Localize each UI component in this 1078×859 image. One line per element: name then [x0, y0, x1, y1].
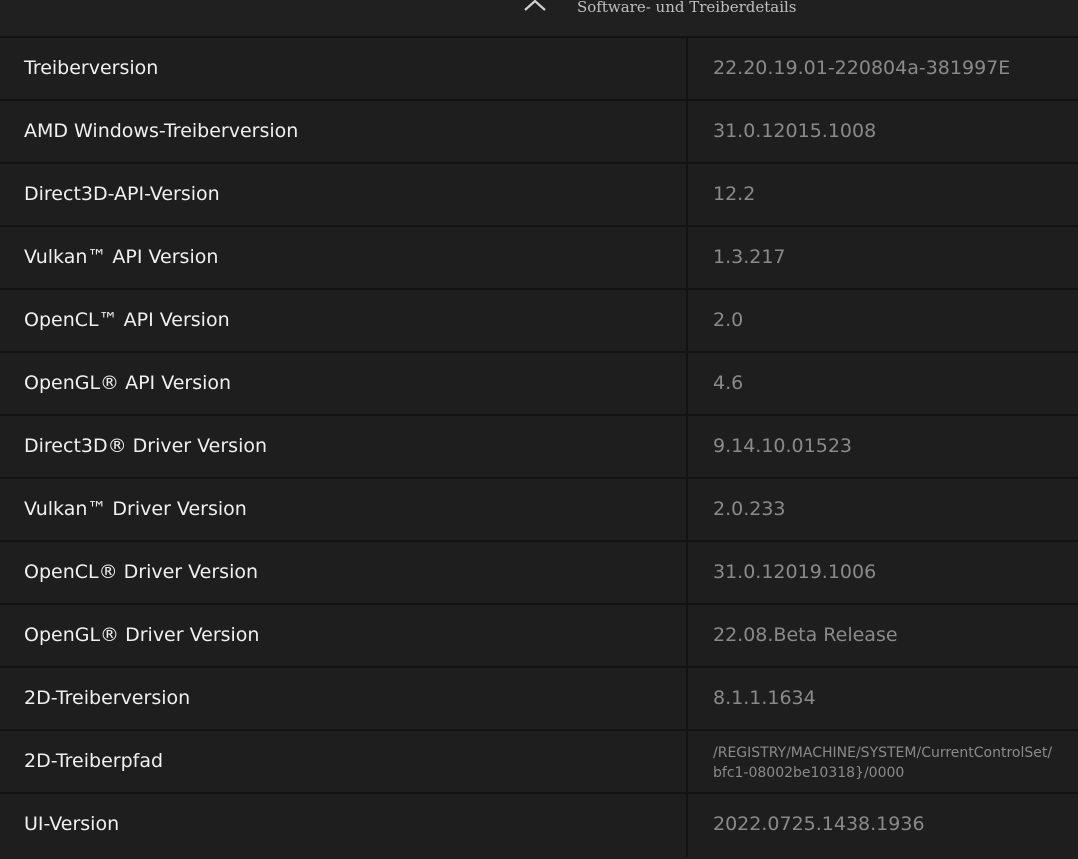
- row-label: 2D-Treiberversion: [24, 687, 191, 709]
- column-divider: [686, 794, 688, 857]
- row-label: OpenCL™ API Version: [24, 309, 230, 331]
- column-divider: [686, 353, 688, 416]
- row-value: 8.1.1.1634: [713, 687, 816, 709]
- chevron-up-icon: [524, 0, 546, 11]
- row-label: AMD Windows-Treiberversion: [24, 120, 299, 142]
- row-value-path: /REGISTRY/MACHINE/SYSTEM/CurrentControlS…: [713, 731, 1078, 792]
- column-divider: [686, 542, 688, 605]
- row-value: 12.2: [713, 183, 756, 205]
- column-divider: [686, 668, 688, 731]
- column-divider: [686, 479, 688, 542]
- path-line-2: bfc1-08002be10318}/0000: [713, 765, 905, 781]
- column-divider: [686, 731, 688, 794]
- row-label: Treiberversion: [24, 57, 159, 79]
- column-divider: [686, 227, 688, 290]
- row-value: 22.08.Beta Release: [713, 624, 898, 646]
- row-value: 31.0.12019.1006: [713, 561, 877, 583]
- table-row: OpenCL™ API Version 2.0: [0, 290, 1078, 353]
- table-row: Vulkan™ API Version 1.3.217: [0, 227, 1078, 290]
- table-row: Vulkan™ Driver Version 2.0.233: [0, 479, 1078, 542]
- column-divider: [686, 605, 688, 668]
- row-value: 2.0: [713, 309, 744, 331]
- table-row: OpenGL® Driver Version 22.08.Beta Releas…: [0, 605, 1078, 668]
- row-value: 22.20.19.01-220804a-381997E: [713, 57, 1011, 79]
- table-row: 2D-Treiberpfad /REGISTRY/MACHINE/SYSTEM/…: [0, 731, 1078, 794]
- row-value: 2022.0725.1438.1936: [713, 813, 925, 835]
- row-value: 9.14.10.01523: [713, 435, 853, 457]
- row-label: OpenCL® Driver Version: [24, 561, 259, 583]
- path-line-1: /REGISTRY/MACHINE/SYSTEM/CurrentControlS…: [713, 745, 1053, 761]
- row-value: 1.3.217: [713, 246, 786, 268]
- row-label: UI-Version: [24, 813, 120, 835]
- column-divider: [686, 101, 688, 164]
- column-divider: [686, 290, 688, 353]
- row-value: 2.0.233: [713, 498, 786, 520]
- driver-details-table: Treiberversion 22.20.19.01-220804a-38199…: [0, 38, 1078, 859]
- row-label: Vulkan™ API Version: [24, 246, 219, 268]
- section-title: Software- und Treiberdetails: [577, 0, 797, 16]
- column-divider: [686, 164, 688, 227]
- row-label: Direct3D® Driver Version: [24, 435, 268, 457]
- row-label: Direct3D-API-Version: [24, 183, 220, 205]
- table-row: 2D-Treiberversion 8.1.1.1634: [0, 668, 1078, 731]
- row-value: 31.0.12015.1008: [713, 120, 877, 142]
- table-row: Direct3D-API-Version 12.2: [0, 164, 1078, 227]
- row-label: 2D-Treiberpfad: [24, 750, 164, 772]
- row-label: OpenGL® API Version: [24, 372, 232, 394]
- table-row: OpenCL® Driver Version 31.0.12019.1006: [0, 542, 1078, 605]
- column-divider: [686, 416, 688, 479]
- row-label: OpenGL® Driver Version: [24, 624, 260, 646]
- table-row: AMD Windows-Treiberversion 31.0.12015.10…: [0, 101, 1078, 164]
- table-row: Direct3D® Driver Version 9.14.10.01523: [0, 416, 1078, 479]
- row-value: 4.6: [713, 372, 744, 394]
- row-label: Vulkan™ Driver Version: [24, 498, 247, 520]
- table-row: OpenGL® API Version 4.6: [0, 353, 1078, 416]
- table-row: Treiberversion 22.20.19.01-220804a-38199…: [0, 38, 1078, 101]
- section-header: Software- und Treiberdetails: [0, 0, 1078, 38]
- collapse-button[interactable]: [520, 0, 550, 14]
- column-divider: [686, 38, 688, 101]
- table-row: UI-Version 2022.0725.1438.1936: [0, 794, 1078, 857]
